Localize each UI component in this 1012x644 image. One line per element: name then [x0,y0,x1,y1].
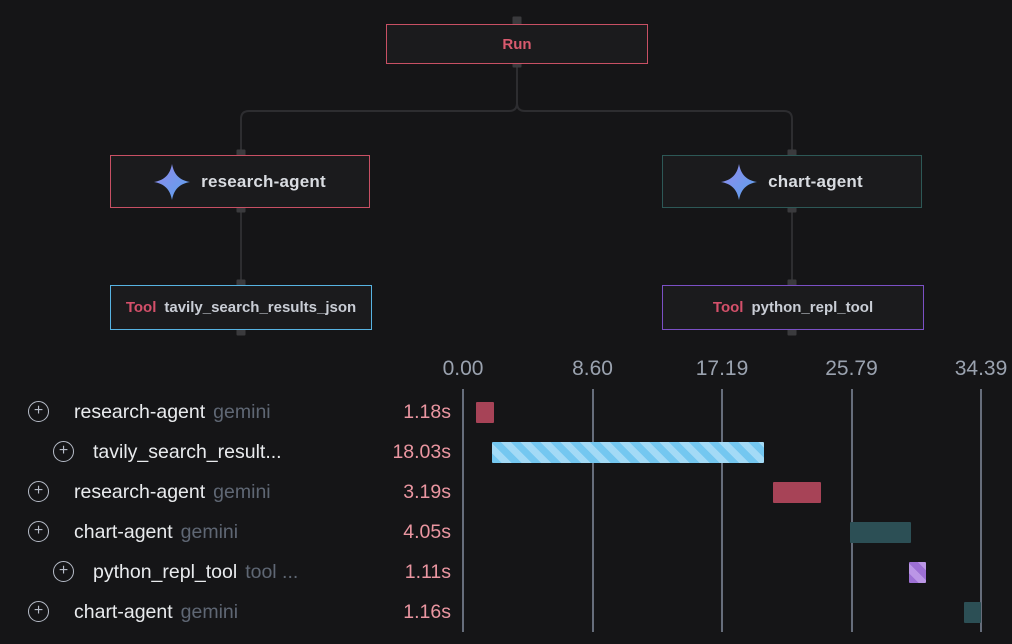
span-meta: gemini [213,481,270,504]
expand-plus-icon[interactable]: + [53,561,74,582]
span-meta: gemini [181,521,238,544]
row-duration: 4.05s [403,512,451,552]
axis-tick-label: 25.79 [825,357,878,381]
timeline-row[interactable]: + research-agent gemini 1.18s [0,392,1012,432]
row-labels: tavily_search_result... [93,432,282,472]
timeline-row[interactable]: + chart-agent gemini 4.05s [0,512,1012,552]
expand-plus-icon[interactable]: + [28,601,49,622]
span-meta: gemini [181,601,238,624]
duration-bar[interactable] [964,602,981,623]
expand-plus-icon[interactable]: + [28,521,49,542]
span-name: python_repl_tool [93,561,237,584]
timeline-panel: 0.008.6017.1925.7934.39+research-agentge… [0,0,1012,644]
timeline-row[interactable]: + python_repl_tool tool ... 1.11s [0,552,1012,592]
row-duration: 1.16s [403,592,451,632]
span-meta: gemini [213,401,270,424]
row-labels: chart-agent gemini [74,592,238,632]
axis-tick-label: 34.39 [955,357,1008,381]
row-duration: 1.18s [403,392,451,432]
duration-bar[interactable] [850,522,911,543]
span-name: chart-agent [74,521,173,544]
span-name: research-agent [74,401,205,424]
row-labels: python_repl_tool tool ... [93,552,298,592]
timeline-row[interactable]: + chart-agent gemini 1.16s [0,592,1012,632]
span-meta: tool ... [245,561,298,584]
axis-tick-label: 17.19 [696,357,749,381]
axis-tick-label: 8.60 [572,357,613,381]
row-labels: chart-agent gemini [74,512,238,552]
span-name: tavily_search_result... [93,441,282,464]
span-name: research-agent [74,481,205,504]
row-labels: research-agent gemini [74,472,271,512]
row-duration: 18.03s [392,432,451,472]
axis-tick-label: 0.00 [443,357,484,381]
timeline-row[interactable]: + research-agent gemini 3.19s [0,472,1012,512]
span-name: chart-agent [74,601,173,624]
duration-bar[interactable] [492,442,764,463]
row-labels: research-agent gemini [74,392,271,432]
duration-bar[interactable] [773,482,821,503]
duration-bar[interactable] [909,562,926,583]
row-duration: 3.19s [403,472,451,512]
timeline-row[interactable]: + tavily_search_result... 18.03s [0,432,1012,472]
duration-bar[interactable] [476,402,494,423]
expand-plus-icon[interactable]: + [28,401,49,422]
row-duration: 1.11s [405,552,451,592]
expand-plus-icon[interactable]: + [28,481,49,502]
expand-plus-icon[interactable]: + [53,441,74,462]
trace-viewer: { "flow": { "run": { "label": "Run" }, "… [0,0,1012,644]
